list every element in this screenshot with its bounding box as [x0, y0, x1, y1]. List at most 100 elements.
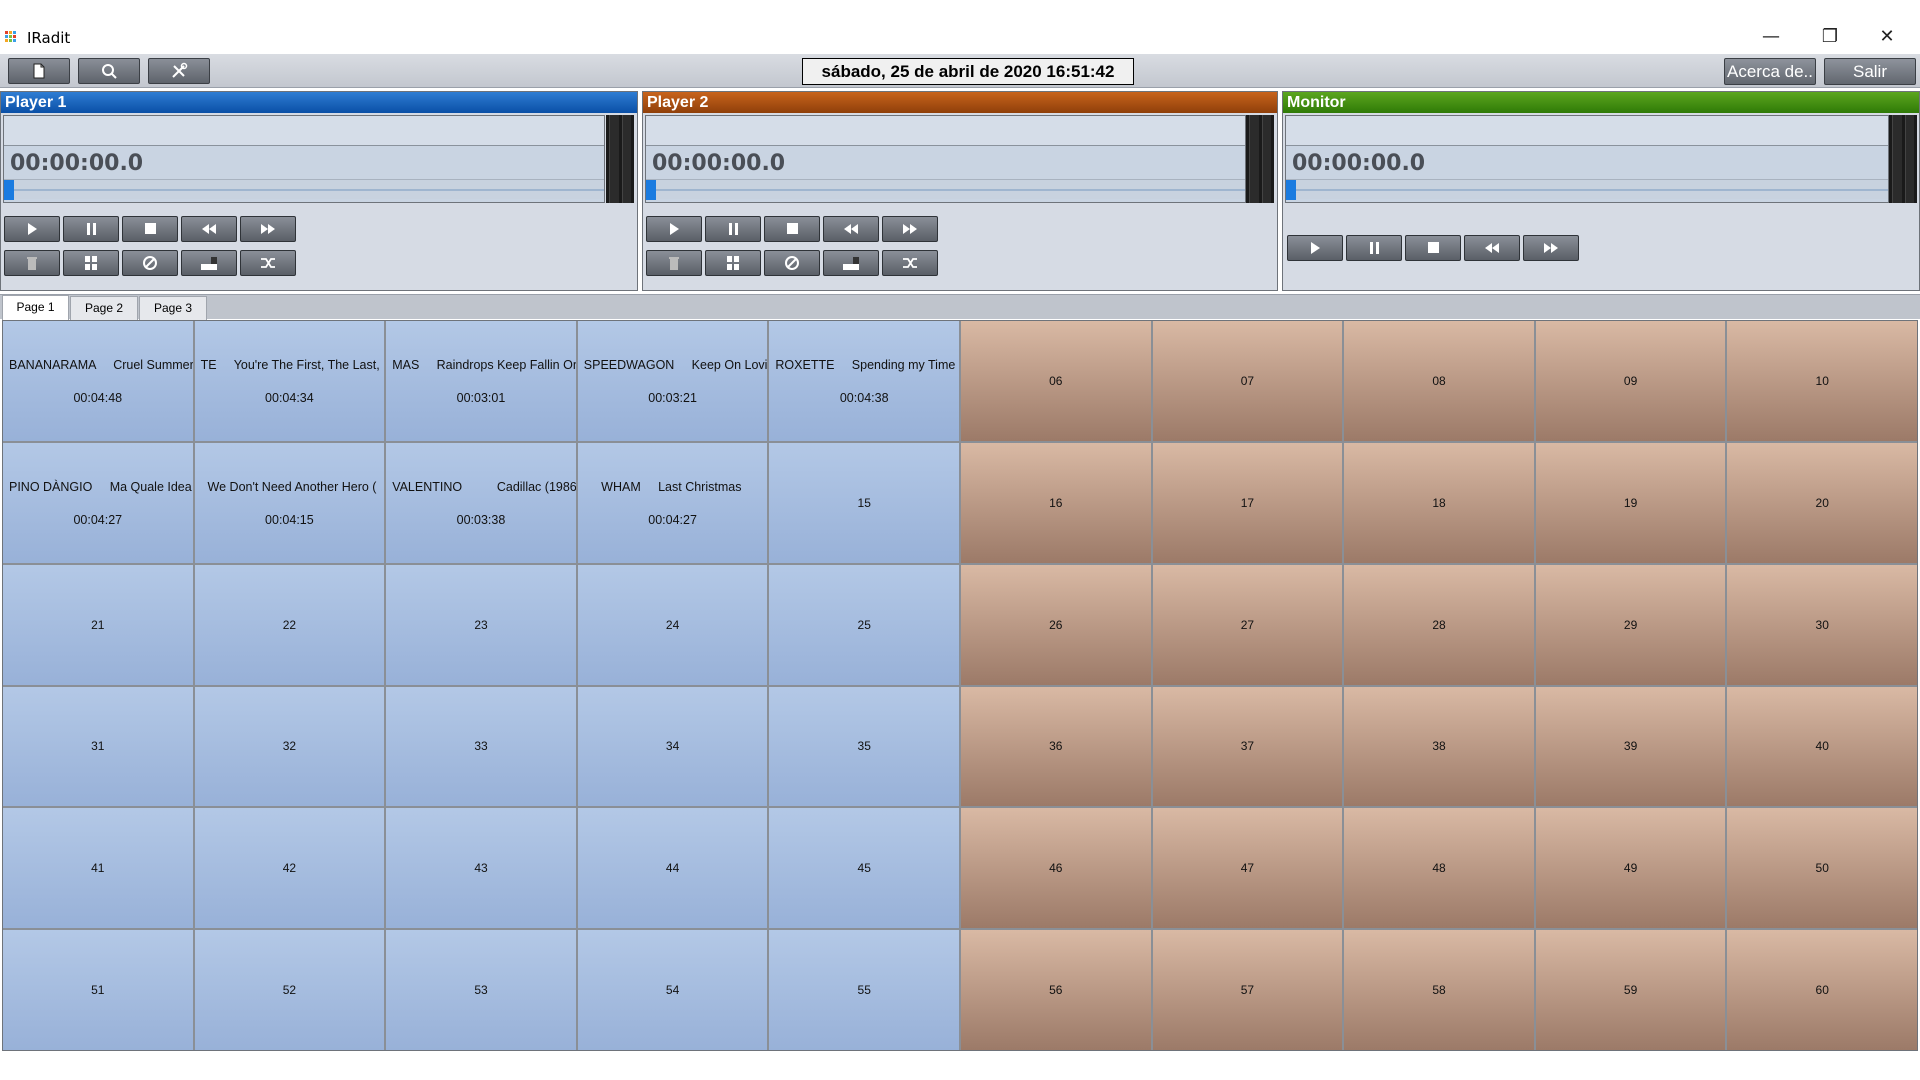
cart-cell-21[interactable]: 21 [3, 564, 193, 685]
player-1-grid-button[interactable] [63, 250, 119, 276]
player-1-block-button[interactable] [122, 250, 178, 276]
player-1-stop-button[interactable] [122, 216, 178, 242]
cart-cell-54[interactable]: 54 [577, 930, 768, 1050]
cart-cell-17[interactable]: 17 [1152, 442, 1343, 563]
cart-cell-25[interactable]: 25 [769, 564, 959, 685]
cart-cell-duration: 00:04:15 [265, 512, 314, 527]
cart-cell-27[interactable]: 27 [1152, 564, 1343, 685]
minimize-button[interactable]: — [1741, 22, 1801, 52]
monitor-rewind-button[interactable] [1464, 235, 1520, 261]
cart-cell-50[interactable]: 50 [1727, 808, 1917, 929]
player-2-grid-button[interactable] [705, 250, 761, 276]
tools-button[interactable] [148, 58, 210, 84]
player-1-progress[interactable] [4, 179, 604, 200]
cart-cell-34[interactable]: 34 [577, 686, 768, 807]
cart-cell-56[interactable]: 56 [961, 930, 1151, 1050]
cart-cell-45[interactable]: 45 [769, 808, 959, 929]
monitor-stop-button[interactable] [1405, 235, 1461, 261]
cart-cell-01[interactable]: BANANARAMA Cruel Summer 00:04:48 [3, 321, 193, 441]
cart-cell-09[interactable]: 09 [1535, 321, 1726, 441]
cart-cell-60[interactable]: 60 [1727, 930, 1917, 1050]
monitor-forward-button[interactable] [1523, 235, 1579, 261]
player-2-delete-button[interactable] [646, 250, 702, 276]
cart-cell-42[interactable]: 42 [194, 808, 385, 929]
cart-cell-20[interactable]: 20 [1727, 442, 1917, 563]
cart-cell-38[interactable]: 38 [1344, 686, 1534, 807]
cart-cell-08[interactable]: 08 [1344, 321, 1534, 441]
cart-cell-05[interactable]: ROXETTE Spending my Time 00:04:38 [769, 321, 959, 441]
cart-cell-44[interactable]: 44 [577, 808, 768, 929]
cart-cell-37[interactable]: 37 [1152, 686, 1343, 807]
close-button[interactable]: ✕ [1857, 22, 1917, 52]
cart-cell-58[interactable]: 58 [1344, 930, 1534, 1050]
cart-cell-55[interactable]: 55 [769, 930, 959, 1050]
cart-cell-23[interactable]: 23 [386, 564, 576, 685]
player-1-delete-button[interactable] [4, 250, 60, 276]
cart-cell-10[interactable]: 10 [1727, 321, 1917, 441]
cart-cell-39[interactable]: 39 [1535, 686, 1726, 807]
cart-cell-28[interactable]: 28 [1344, 564, 1534, 685]
cart-cell-18[interactable]: 18 [1344, 442, 1534, 563]
cart-cell-13[interactable]: VALENTINO Cadillac (1986) 00:03:38 [386, 442, 576, 563]
cart-cell-59[interactable]: 59 [1535, 930, 1726, 1050]
cart-cell-29[interactable]: 29 [1535, 564, 1726, 685]
cart-cell-31[interactable]: 31 [3, 686, 193, 807]
player-2-progress[interactable] [646, 179, 1245, 200]
player-1-play-button[interactable] [4, 216, 60, 242]
cart-cell-51[interactable]: 51 [3, 930, 193, 1050]
cart-cell-14[interactable]: WHAM Last Christmas 00:04:27 [577, 442, 768, 563]
cart-cell-12[interactable]: We Don't Need Another Hero (00:04:15 [194, 442, 385, 563]
cart-cell-57[interactable]: 57 [1152, 930, 1343, 1050]
monitor-play-button[interactable] [1287, 235, 1343, 261]
cart-cell-02[interactable]: TE You're The First, The Last, M 00:04:34 [194, 321, 385, 441]
monitor-pause-button[interactable] [1346, 235, 1402, 261]
cart-cell-49[interactable]: 49 [1535, 808, 1726, 929]
cart-cell-22[interactable]: 22 [194, 564, 385, 685]
cart-cell-30[interactable]: 30 [1727, 564, 1917, 685]
tab-page-2[interactable]: Page 2 [70, 296, 138, 320]
player-2-shuffle-button[interactable] [882, 250, 938, 276]
player-2-level-button[interactable] [823, 250, 879, 276]
cart-cell-40[interactable]: 40 [1727, 686, 1917, 807]
cart-cell-07[interactable]: 07 [1152, 321, 1343, 441]
player-2-play-button[interactable] [646, 216, 702, 242]
cart-cell-35[interactable]: 35 [769, 686, 959, 807]
about-button[interactable]: Acerca de.. [1724, 58, 1816, 85]
cart-cell-41[interactable]: 41 [3, 808, 193, 929]
cart-cell-15[interactable]: 15 [769, 442, 959, 563]
cart-cell-19[interactable]: 19 [1535, 442, 1726, 563]
player-2-block-button[interactable] [764, 250, 820, 276]
player-2-rewind-button[interactable] [823, 216, 879, 242]
restore-button[interactable]: ❐ [1800, 22, 1860, 52]
cart-cell-24[interactable]: 24 [577, 564, 768, 685]
cart-cell-53[interactable]: 53 [386, 930, 576, 1050]
cart-cell-43[interactable]: 43 [386, 808, 576, 929]
cart-cell-26[interactable]: 26 [961, 564, 1151, 685]
cart-cell-04[interactable]: SPEEDWAGON Keep On Loving 00:03:21 [577, 321, 768, 441]
search-button[interactable] [78, 58, 140, 84]
player-1-pause-button[interactable] [63, 216, 119, 242]
player-2-forward-button[interactable] [882, 216, 938, 242]
cart-cell-47[interactable]: 47 [1152, 808, 1343, 929]
exit-button[interactable]: Salir [1824, 58, 1916, 85]
cart-cell-36[interactable]: 36 [961, 686, 1151, 807]
cart-cell-16[interactable]: 16 [961, 442, 1151, 563]
cart-cell-32[interactable]: 32 [194, 686, 385, 807]
tab-page-1[interactable]: Page 1 [2, 295, 69, 320]
cart-cell-03[interactable]: MAS Raindrops Keep Fallin On 00:03:01 [386, 321, 576, 441]
player-1-rewind-button[interactable] [181, 216, 237, 242]
player-1-level-button[interactable] [181, 250, 237, 276]
tab-page-3[interactable]: Page 3 [139, 296, 207, 320]
monitor-progress[interactable] [1286, 179, 1888, 200]
cart-cell-46[interactable]: 46 [961, 808, 1151, 929]
cart-cell-33[interactable]: 33 [386, 686, 576, 807]
cart-cell-52[interactable]: 52 [194, 930, 385, 1050]
player-2-stop-button[interactable] [764, 216, 820, 242]
player-1-forward-button[interactable] [240, 216, 296, 242]
cart-cell-48[interactable]: 48 [1344, 808, 1534, 929]
cart-cell-11[interactable]: PINO DÀNGIO Ma Quale Idea 00:04:27 [3, 442, 193, 563]
player-1-shuffle-button[interactable] [240, 250, 296, 276]
cart-cell-06[interactable]: 06 [961, 321, 1151, 441]
new-document-button[interactable] [8, 58, 70, 84]
player-2-pause-button[interactable] [705, 216, 761, 242]
